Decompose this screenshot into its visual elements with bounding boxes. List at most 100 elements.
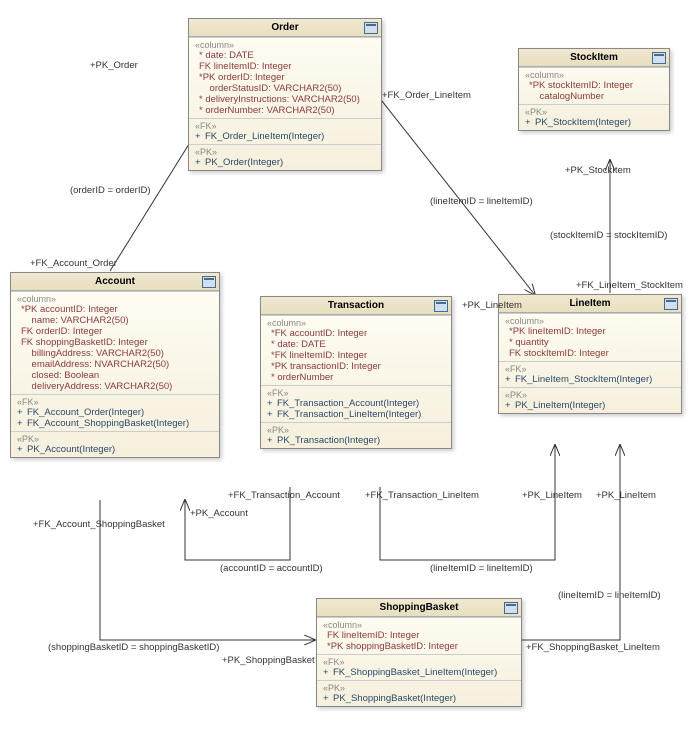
label-lineitemid-eq2: (lineItemID = lineItemID): [430, 563, 533, 574]
entity-lineitem-header: LineItem: [499, 295, 681, 313]
entity-order-title: Order: [271, 22, 298, 33]
column-stereo: «column»: [195, 40, 375, 50]
column-row: * date: DATE: [267, 339, 445, 350]
column-row: name: VARCHAR2(50): [17, 315, 213, 326]
op-row: FK_Order_LineItem(Integer): [195, 131, 375, 142]
entity-order[interactable]: Order «column» * date: DATEFK lineItemID…: [188, 18, 382, 171]
op-row: FK_Account_Order(Integer): [17, 407, 213, 418]
column-row: * deliveryInstructions: VARCHAR2(50): [195, 94, 375, 105]
label-accountid-eq: (accountID = accountID): [220, 563, 323, 574]
label-pk-lineitem: +PK_LineItem: [462, 300, 522, 311]
order-columns: * date: DATEFK lineItemID: Integer*PK or…: [195, 50, 375, 116]
column-row: emailAddress: NVARCHAR2(50): [17, 359, 213, 370]
column-row: FK stockItemID: Integer: [505, 348, 675, 359]
entity-stockitem-title: StockItem: [570, 52, 618, 63]
op-row: FK_Transaction_LineItem(Integer): [267, 409, 445, 420]
column-row: FK lineItemID: Integer: [323, 630, 515, 641]
label-fk-transaction-account: +FK_Transaction_Account: [228, 490, 340, 501]
column-stereo: «column»: [525, 70, 663, 80]
table-icon: [504, 602, 518, 614]
entity-shoppingbasket[interactable]: ShoppingBasket «column»FK lineItemID: In…: [316, 598, 522, 707]
column-row: *FK lineItemID: Integer: [267, 350, 445, 361]
table-icon: [364, 22, 378, 34]
entity-transaction-title: Transaction: [328, 300, 384, 311]
column-row: *PK shoppingBasketID: Integer: [323, 641, 515, 652]
column-row: deliveryAddress: VARCHAR2(50): [17, 381, 213, 392]
entity-account[interactable]: Account «column»*PK accountID: Integer n…: [10, 272, 220, 458]
column-row: * date: DATE: [195, 50, 375, 61]
entity-shoppingbasket-header: ShoppingBasket: [317, 599, 521, 617]
column-row: orderStatusID: VARCHAR2(50): [195, 83, 375, 94]
op-row: PK_LineItem(Integer): [505, 400, 675, 411]
label-pk-account: +PK_Account: [190, 508, 248, 519]
pk-stereo: «PK»: [505, 390, 675, 400]
label-shoppingbasketid-eq: (shoppingBasketID = shoppingBasketID): [48, 642, 219, 653]
column-row: FK orderID: Integer: [17, 326, 213, 337]
label-pk-lineitem-c: +PK_LineItem: [596, 490, 656, 501]
entity-transaction[interactable]: Transaction «column»*FK accountID: Integ…: [260, 296, 452, 449]
column-row: billingAddress: VARCHAR2(50): [17, 348, 213, 359]
entity-transaction-header: Transaction: [261, 297, 451, 315]
label-fk-account-order: +FK_Account_Order: [30, 258, 117, 269]
op-row: PK_Transaction(Integer): [267, 435, 445, 446]
column-row: * quantity: [505, 337, 675, 348]
entity-lineitem-title: LineItem: [569, 298, 610, 309]
column-row: *PK stockItemID: Integer: [525, 80, 663, 91]
entity-shoppingbasket-title: ShoppingBasket: [380, 602, 459, 613]
op-row: PK_Order(Integer): [195, 157, 375, 168]
label-pk-lineitem-b: +PK_LineItem: [522, 490, 582, 501]
label-stockitemid-eq: (stockItemID = stockItemID): [550, 230, 667, 241]
table-icon: [202, 276, 216, 288]
label-fk-transaction-lineitem: +FK_Transaction_LineItem: [365, 490, 479, 501]
column-row: *PK transactionID: Integer: [267, 361, 445, 372]
label-fk-order-lineitem: +FK_Order_LineItem: [382, 90, 471, 101]
op-row: FK_Transaction_Account(Integer): [267, 398, 445, 409]
fk-stereo: «FK»: [267, 388, 445, 398]
op-row: FK_Account_ShoppingBasket(Integer): [17, 418, 213, 429]
column-row: * orderNumber: [267, 372, 445, 383]
op-row: PK_ShoppingBasket(Integer): [323, 693, 515, 704]
entity-account-title: Account: [95, 276, 135, 287]
column-row: catalogNumber: [525, 91, 663, 102]
column-row: *PK orderID: Integer: [195, 72, 375, 83]
entity-lineitem[interactable]: LineItem «column»*PK lineItemID: Integer…: [498, 294, 682, 414]
column-row: FK lineItemID: Integer: [195, 61, 375, 72]
op-row: FK_LineItem_StockItem(Integer): [505, 374, 675, 385]
label-pk-stockitem: +PK_StockItem: [565, 165, 631, 176]
fk-stereo: «FK»: [505, 364, 675, 374]
entity-stockitem-header: StockItem: [519, 49, 669, 67]
pk-stereo: «PK»: [195, 147, 375, 157]
label-pk-order: +PK_Order: [90, 60, 138, 71]
label-lineitemid-eq3: (lineItemID = lineItemID): [558, 590, 661, 601]
op-row: FK_ShoppingBasket_LineItem(Integer): [323, 667, 515, 678]
column-row: *FK accountID: Integer: [267, 328, 445, 339]
op-row: PK_Account(Integer): [17, 444, 213, 455]
column-stereo: «column»: [505, 316, 675, 326]
column-stereo: «column»: [17, 294, 213, 304]
fk-stereo: «FK»: [195, 121, 375, 131]
column-row: *PK accountID: Integer: [17, 304, 213, 315]
column-stereo: «column»: [323, 620, 515, 630]
column-row: closed: Boolean: [17, 370, 213, 381]
column-row: * orderNumber: VARCHAR2(50): [195, 105, 375, 116]
fk-stereo: «FK»: [323, 657, 515, 667]
label-pk-shoppingbasket: +PK_ShoppingBasket: [222, 655, 315, 666]
label-fk-account-shoppingbasket: +FK_Account_ShoppingBasket: [33, 519, 165, 530]
entity-order-header: Order: [189, 19, 381, 37]
pk-stereo: «PK»: [525, 107, 663, 117]
column-row: *PK lineItemID: Integer: [505, 326, 675, 337]
column-row: FK shoppingBasketID: Integer: [17, 337, 213, 348]
entity-account-header: Account: [11, 273, 219, 291]
table-icon: [664, 298, 678, 310]
pk-stereo: «PK»: [267, 425, 445, 435]
op-row: PK_StockItem(Integer): [525, 117, 663, 128]
table-icon: [434, 300, 448, 312]
column-stereo: «column»: [267, 318, 445, 328]
fk-stereo: «FK»: [17, 397, 213, 407]
entity-stockitem[interactable]: StockItem «column»*PK stockItemID: Integ…: [518, 48, 670, 131]
label-fk-shoppingbasket-lineitem: +FK_ShoppingBasket_LineItem: [526, 642, 660, 653]
pk-stereo: «PK»: [17, 434, 213, 444]
table-icon: [652, 52, 666, 64]
label-fk-lineitem-stockitem: +FK_LineItem_StockItem: [576, 280, 683, 291]
pk-stereo: «PK»: [323, 683, 515, 693]
